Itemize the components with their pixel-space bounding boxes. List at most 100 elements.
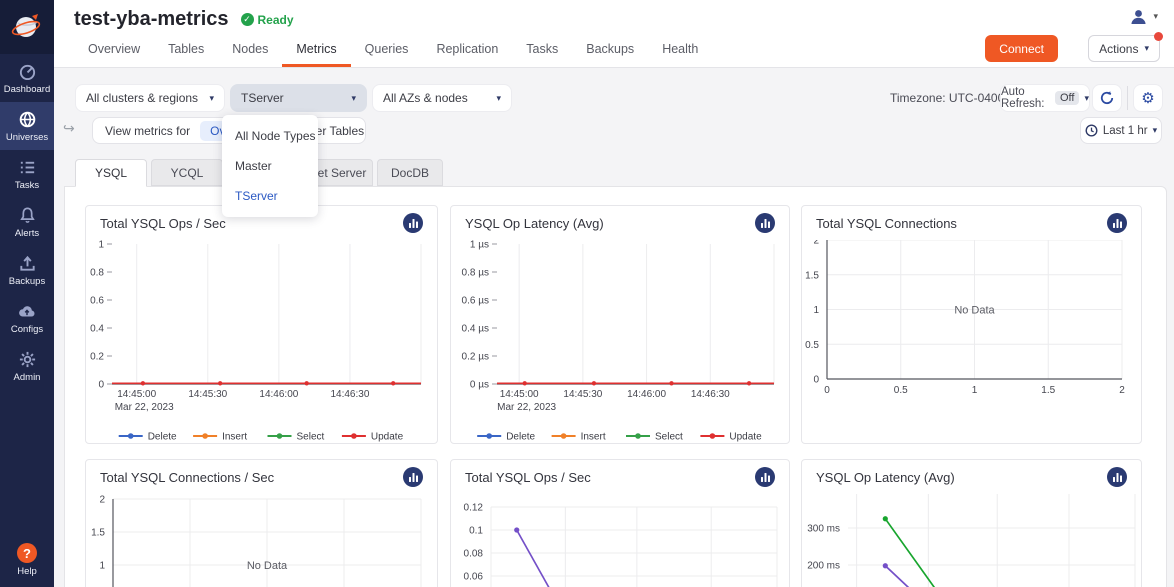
chart-canvas: 00.511.5200.511.52No Data <box>86 494 437 587</box>
cluster-region-select[interactable]: All clusters & regions ▾ <box>75 84 225 112</box>
node-type-select[interactable]: TServer ▾ <box>230 84 367 112</box>
time-range-button[interactable]: Last 1 hr ▾ <box>1080 117 1162 144</box>
auto-refresh-control[interactable]: Auto Refresh: Off ▾ <box>1000 84 1090 112</box>
chevron-down-icon: ▾ <box>1084 93 1089 104</box>
tab-tasks[interactable]: Tasks <box>512 35 572 67</box>
settings-button[interactable]: ⚙ <box>1133 84 1163 112</box>
y-tick-label: 1.5 <box>91 528 105 539</box>
y-tick-label: 0 <box>98 380 104 391</box>
sidebar-item-label: Universes <box>6 132 48 143</box>
gear-icon: ⚙ <box>1141 89 1154 107</box>
sidebar-item-label: Dashboard <box>4 84 50 95</box>
chart-options-icon[interactable] <box>403 467 423 487</box>
chart-options-icon[interactable] <box>1107 467 1127 487</box>
cluster-region-value: All clusters & regions <box>86 91 198 105</box>
chart-options-icon[interactable] <box>755 467 775 487</box>
sidebar-item-alerts[interactable]: Alerts <box>0 198 54 246</box>
sidebar-item-tasks[interactable]: Tasks <box>0 150 54 198</box>
node-type-option-tserver[interactable]: TServer <box>222 181 318 211</box>
x-tick-label: 2 <box>1119 385 1125 396</box>
chart-canvas: 100 ms200 ms300 ms <box>802 494 1141 587</box>
chart-canvas: 00.020.040.060.080.10.12 <box>451 494 789 587</box>
status-label: Ready <box>258 13 294 27</box>
y-tick-label: 2 <box>99 495 105 506</box>
actions-label: Actions <box>1099 42 1138 56</box>
legend-label: Select <box>655 432 683 443</box>
sidebar-item-backups[interactable]: Backups <box>0 246 54 294</box>
sidebar-item-label: Configs <box>11 324 43 335</box>
legend-label: Delete <box>148 432 177 443</box>
y-tick-label: 300 ms <box>807 524 840 535</box>
x-tick-label: 1.5 <box>1041 385 1055 396</box>
sidebar-item-admin[interactable]: Admin <box>0 342 54 390</box>
page-title: test-yba-metrics <box>74 8 229 31</box>
metrics-panel: Total YSQL Ops / Sec00.20.40.60.8114:45:… <box>64 186 1167 587</box>
configs-cloud-icon <box>17 302 37 321</box>
tab-backups[interactable]: Backups <box>572 35 648 67</box>
x-tick-label: 14:45:30 <box>188 389 227 400</box>
sidebar-item-dashboard[interactable]: Dashboard <box>0 54 54 102</box>
chart-card-header: Total YSQL Connections / Sec <box>86 460 437 494</box>
tab-nodes[interactable]: Nodes <box>218 35 282 67</box>
legend-label: Update <box>371 432 404 443</box>
sidebar-item-help[interactable]: ? Help <box>0 543 54 577</box>
metric-tab-docdb[interactable]: DocDB <box>377 159 443 186</box>
y-tick-label: 0.8 <box>90 268 104 279</box>
chart-options-icon[interactable] <box>755 213 775 233</box>
sidebar-help-label: Help <box>17 566 37 577</box>
legend-label: Insert <box>222 432 247 443</box>
y-tick-label: 0.8 µs <box>462 268 489 279</box>
y-tick-label: 1 <box>98 240 104 251</box>
sidebar-nav: Dashboard Universes Tasks Alerts Backups Conf… <box>0 54 54 390</box>
notification-dot <box>1154 32 1163 41</box>
y-tick-label: 0.12 <box>464 503 484 514</box>
tab-replication[interactable]: Replication <box>422 35 512 67</box>
user-avatar-icon <box>1130 8 1147 25</box>
chart-card: Total YSQL Connections / Sec00.511.5200.… <box>85 459 438 587</box>
x-tick-label: 14:46:00 <box>259 389 298 400</box>
chart-options-icon[interactable] <box>1107 213 1127 233</box>
tab-health[interactable]: Health <box>648 35 712 67</box>
return-arrow-icon: ↪ <box>63 120 75 137</box>
refresh-button[interactable] <box>1092 84 1122 112</box>
y-tick-label: 0.08 <box>464 549 484 560</box>
connect-button[interactable]: Connect <box>985 35 1058 62</box>
node-type-option-master[interactable]: Master <box>222 151 318 181</box>
sidebar-item-label: Admin <box>14 372 41 383</box>
tasks-list-icon <box>18 158 37 177</box>
x-tick-label: 14:45:00 <box>500 389 539 400</box>
x-tick-label: 14:46:30 <box>691 389 730 400</box>
chart-options-icon[interactable] <box>403 213 423 233</box>
metric-tab-ysql[interactable]: YSQL <box>75 159 147 187</box>
node-type-option-all-node-types[interactable]: All Node Types <box>222 121 318 151</box>
tab-queries[interactable]: Queries <box>351 35 423 67</box>
y-tick-label: 0.1 <box>469 526 483 537</box>
status-badge: ✓ Ready <box>241 13 294 27</box>
chevron-down-icon: ▾ <box>1153 11 1158 22</box>
dashboard-gauge-icon <box>18 62 37 81</box>
az-node-select[interactable]: All AZs & nodes ▾ <box>372 84 512 112</box>
chevron-down-icon: ▾ <box>209 93 214 104</box>
actions-button[interactable]: Actions ▾ <box>1088 35 1160 62</box>
y-tick-label: 1.5 <box>805 270 819 281</box>
sidebar-item-configs[interactable]: Configs <box>0 294 54 342</box>
timezone-label: Timezone: UTC-0400 <box>890 91 1004 105</box>
chevron-down-icon: ▾ <box>1153 125 1158 136</box>
user-menu[interactable]: ▾ <box>1130 8 1158 25</box>
clock-icon <box>1085 124 1098 137</box>
x-tick-label: 14:45:30 <box>563 389 602 400</box>
sidebar-item-label: Alerts <box>15 228 39 239</box>
y-tick-label: 1 <box>99 561 105 572</box>
chart-card: Total YSQL Connections00.511.5200.511.52… <box>801 205 1142 444</box>
planet-rocket-icon <box>10 10 44 44</box>
y-tick-label: 0.6 µs <box>462 296 489 307</box>
tab-overview[interactable]: Overview <box>74 35 154 67</box>
tab-metrics[interactable]: Metrics <box>282 35 350 67</box>
app-logo[interactable] <box>0 0 54 54</box>
no-data-label: No Data <box>247 560 288 572</box>
tab-tables[interactable]: Tables <box>154 35 218 67</box>
y-tick-label: 2 <box>813 240 819 247</box>
sidebar-item-universes[interactable]: Universes <box>0 102 54 150</box>
metric-tab-ycql[interactable]: YCQL <box>151 159 223 186</box>
help-icon: ? <box>17 543 37 563</box>
